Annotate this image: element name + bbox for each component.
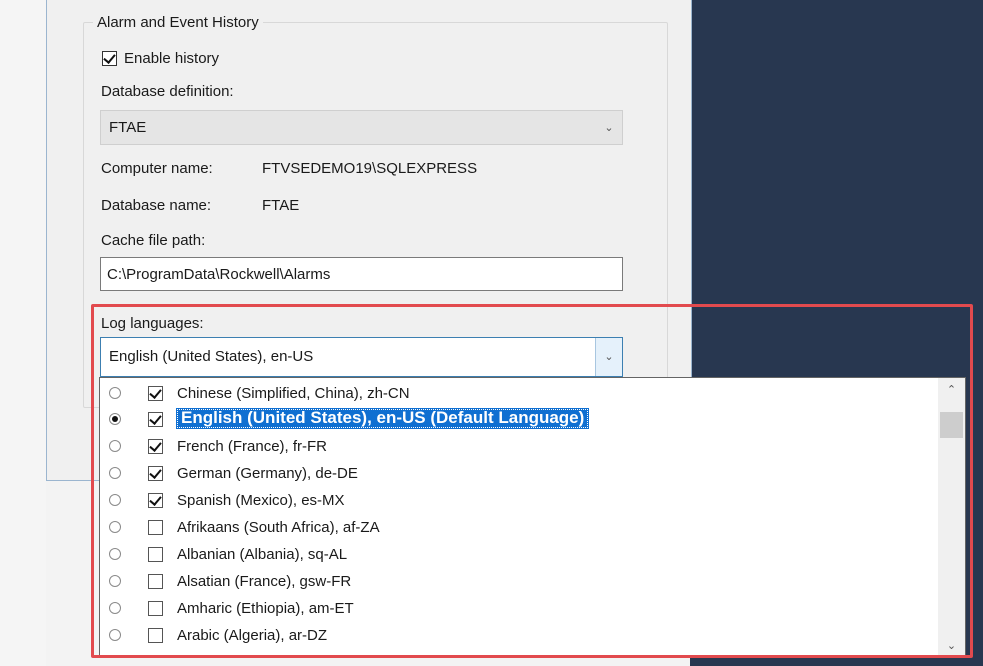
background-left-margin (0, 0, 46, 666)
computer-name-label: Computer name: (101, 160, 213, 177)
enable-history-checkbox[interactable] (102, 51, 117, 66)
computer-name-value: FTVSEDEMO19\SQLEXPRESS (262, 160, 478, 177)
annotation-highlight-box (91, 304, 973, 658)
database-name-value: FTAE (262, 197, 300, 214)
chevron-down-icon[interactable]: ⌄ (596, 111, 622, 144)
cache-file-path-value: C:\ProgramData\Rockwell\Alarms (107, 266, 331, 283)
group-title: Alarm and Event History (93, 14, 263, 32)
database-definition-value: FTAE (109, 119, 147, 136)
cache-file-path-input[interactable]: C:\ProgramData\Rockwell\Alarms (100, 257, 623, 291)
cache-file-path-label: Cache file path: (101, 232, 206, 249)
checkmark-icon (103, 51, 116, 64)
database-definition-combobox[interactable]: FTAE ⌄ (100, 110, 623, 145)
enable-history-label[interactable]: Enable history (124, 50, 219, 68)
database-name-label: Database name: (101, 197, 212, 214)
database-definition-label: Database definition: (101, 83, 234, 100)
